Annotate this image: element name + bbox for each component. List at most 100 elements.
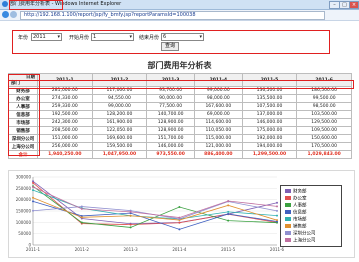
legend-item: 深圳分公司 [285,231,316,237]
value-cell: 90,000.00 [146,94,195,103]
url-field[interactable]: http://192.168.1.100/report/jsp/fy_bmfy.… [20,11,325,20]
data-point [80,216,83,219]
legend-swatch [285,224,291,228]
total-cell: 1,029,843.00 [296,150,352,159]
value-cell: 137,000.00 [241,110,298,119]
data-point [178,221,181,224]
value-cell: 192,000.00 [241,134,298,143]
legend-label: 上海分公司 [293,238,316,244]
query-button[interactable]: 查询 [161,42,179,51]
value-cell: 151,700.00 [146,134,195,143]
query-form: 年份 2011 开始月份 1 结束月份 6 查询 [12,30,330,54]
back-icon[interactable] [2,11,9,18]
end-month-select[interactable]: 6 [161,33,204,41]
value-cell: 194,000.00 [241,142,298,151]
value-cell: 161,900.00 [91,118,148,127]
data-point [276,209,278,212]
legend-item: 办公室 [285,196,307,202]
legend-label: 财务部 [293,189,307,195]
table-row: 市场部 242,300.00 161,900.00 128,900.00 114… [8,118,352,127]
data-point [32,200,34,203]
value-cell: 208,500.00 [37,126,93,135]
value-cell: 140,700.00 [146,110,195,119]
title-bar: 部门费用年分析表 - Windows Internet Explorer – □… [0,0,359,10]
series-line [32,200,278,230]
data-point [32,209,34,212]
data-point [227,219,230,222]
x-tick-label: 2011-6 [270,247,285,252]
value-cell: 256,000.00 [37,142,93,151]
value-cell: 77,500.00 [146,102,195,111]
total-cell: 1,940,250.00 [37,150,93,159]
total-cell: 886,400.00 [193,150,243,159]
data-point [32,196,34,199]
value-cell: 150,600.00 [296,134,352,143]
address-bar: http://192.168.1.100/report/jsp/fy_bmfy.… [0,10,359,21]
y-tick-label: 300000 [16,175,32,180]
data-point [80,207,83,210]
legend-swatch [285,196,291,200]
value-cell: 170,500.00 [296,142,352,151]
year-select[interactable]: 2011 [31,33,62,41]
legend-label: 信息部 [293,210,307,216]
legend-swatch [285,189,291,193]
legend-swatch [285,203,291,207]
data-point [227,210,230,213]
close-icon[interactable]: × [349,1,359,9]
value-cell: 175,000.00 [241,126,298,135]
value-cell: 69,000.00 [193,110,243,119]
table-row: 深圳分公司 151,000.00 169,600.00 151,700.00 1… [8,134,352,143]
data-point [129,214,132,217]
value-cell: 98,000.00 [193,94,243,103]
value-cell: 94,550.00 [91,94,148,103]
start-month-select[interactable]: 1 [91,33,134,41]
data-point [276,201,278,204]
table-row: 人事部 259,330.00 99,000.00 77,500.00 167,6… [8,102,352,111]
value-cell: 103,500.00 [296,110,352,119]
legend-item: 财务部 [285,189,307,195]
legend-swatch [285,210,291,214]
table-row: 销售部 208,500.00 122,050.00 128,900.00 110… [8,126,352,135]
value-cell: 169,600.00 [91,134,148,143]
value-cell: 167,600.00 [193,102,243,111]
y-tick-label: 150000 [16,209,32,214]
year-label: 年份 [18,35,29,41]
y-tick-label: 100000 [16,220,32,225]
value-cell: 146,000.00 [146,142,195,151]
data-point [276,219,278,222]
legend-swatch [285,231,291,235]
end-month-label: 结束月份 [139,35,160,41]
value-cell: 128,900.00 [146,118,195,127]
value-cell: 98,500.00 [296,102,352,111]
y-tick-label: 200000 [16,197,32,202]
total-cell: 1,047,950.00 [91,150,148,159]
month-row-highlight [8,80,354,89]
value-cell: 107,500.00 [241,102,298,111]
value-cell: 274,330.00 [37,94,93,103]
data-point [80,205,83,208]
data-point [276,205,278,208]
legend-label: 市场部 [293,217,307,223]
title-highlight [9,0,63,10]
data-point [276,214,278,217]
value-cell: 115,000.00 [193,134,243,143]
data-point [32,185,34,188]
value-cell: 242,300.00 [37,118,93,127]
legend-label: 办公室 [293,196,307,202]
data-point [80,221,83,224]
table-row: 办公室 274,330.00 94,550.00 90,000.00 98,00… [8,94,352,103]
value-cell: 99,500.00 [296,94,352,103]
value-cell: 259,330.00 [37,102,93,111]
value-cell: 121,000.00 [193,142,243,151]
value-cell: 135,500.00 [241,94,298,103]
value-cell: 128,900.00 [146,126,195,135]
data-point [178,216,181,219]
forward-icon[interactable] [10,11,17,18]
legend-label: 销售部 [293,224,307,230]
report-title: 部门费用年分析表 [147,61,212,70]
value-cell: 128,200.00 [91,110,148,119]
x-tick-label: 2011-5 [221,247,236,252]
data-point [32,189,34,192]
value-cell: 151,000.00 [37,134,93,143]
legend-label: 深圳分公司 [293,231,316,237]
